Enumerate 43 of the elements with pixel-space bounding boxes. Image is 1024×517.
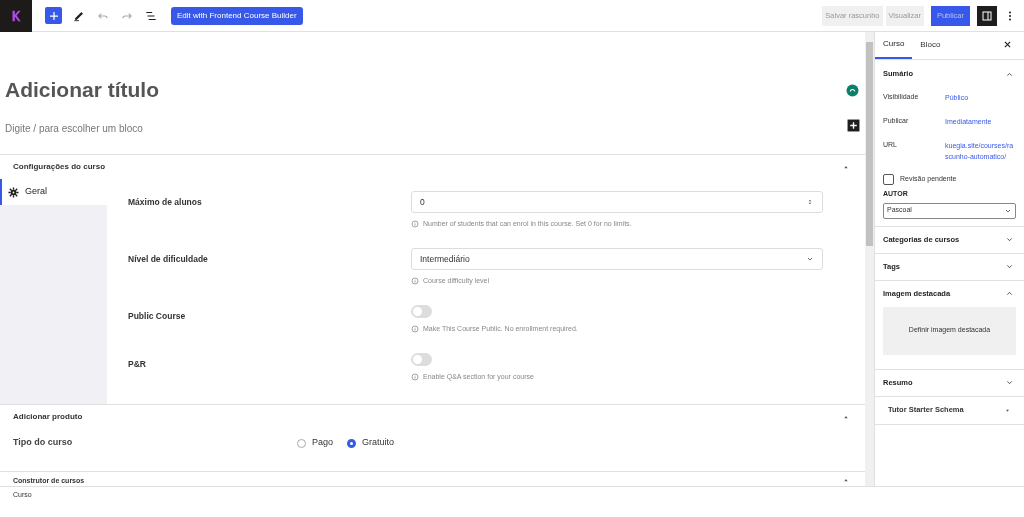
field-label: Máximo de alunos — [127, 196, 203, 209]
toggle-switch[interactable] — [411, 305, 432, 318]
radio-option[interactable]: Gratuito — [347, 436, 395, 464]
radio-option[interactable]: Pago — [297, 436, 334, 464]
chevron-down-icon — [806, 255, 814, 263]
field-label: P&R — [127, 358, 147, 371]
section-title: Configurações do curso — [13, 161, 105, 173]
toggle-switch[interactable] — [411, 353, 432, 366]
add-block-button[interactable] — [45, 7, 62, 24]
settings-button[interactable] — [977, 5, 997, 26]
frontend-builder-button[interactable]: Edit with Frontend Course Builder — [171, 6, 303, 25]
checkbox[interactable] — [883, 174, 894, 185]
close-icon[interactable] — [1003, 40, 1012, 49]
field-label: Nível de dificuldade — [127, 253, 209, 266]
option-label: Gratuito — [362, 436, 395, 450]
gear-icon — [8, 186, 19, 198]
chevron-up-icon[interactable] — [1005, 289, 1014, 298]
sidebar-tab[interactable]: Bloco — [912, 32, 949, 59]
stepper-icon — [806, 198, 814, 206]
radio-button[interactable] — [347, 438, 357, 448]
number-field[interactable]: 0 — [411, 191, 823, 213]
field-label: Tipo do curso — [12, 436, 74, 450]
field-label: Public Course — [127, 310, 187, 323]
chevron-down-icon[interactable] — [1005, 235, 1014, 244]
sidebar-tab[interactable]: Curso — [875, 32, 913, 59]
title-placeholder[interactable]: Adicionar título — [5, 74, 159, 106]
add-block-icon[interactable] — [847, 119, 860, 132]
site-logo[interactable] — [0, 0, 32, 32]
scrollbar[interactable] — [865, 32, 874, 486]
info-icon — [411, 220, 419, 229]
sidebar-icon — [981, 9, 993, 22]
chevron-down-icon[interactable] — [1005, 378, 1014, 387]
info-icon — [411, 325, 419, 334]
plus-icon — [47, 9, 60, 22]
settings-tab[interactable]: Geral — [0, 179, 107, 205]
option-label: Pago — [312, 436, 334, 450]
chevron-down-icon[interactable] — [1005, 262, 1014, 271]
info-icon — [411, 277, 419, 286]
status-ring-icon — [846, 84, 859, 97]
dropdown-field[interactable]: Intermediário — [411, 248, 823, 270]
section-title: Adicionar produto — [13, 411, 83, 423]
block-placeholder[interactable]: Digite / para escolher um bloco — [5, 121, 143, 136]
info-icon — [411, 373, 419, 382]
